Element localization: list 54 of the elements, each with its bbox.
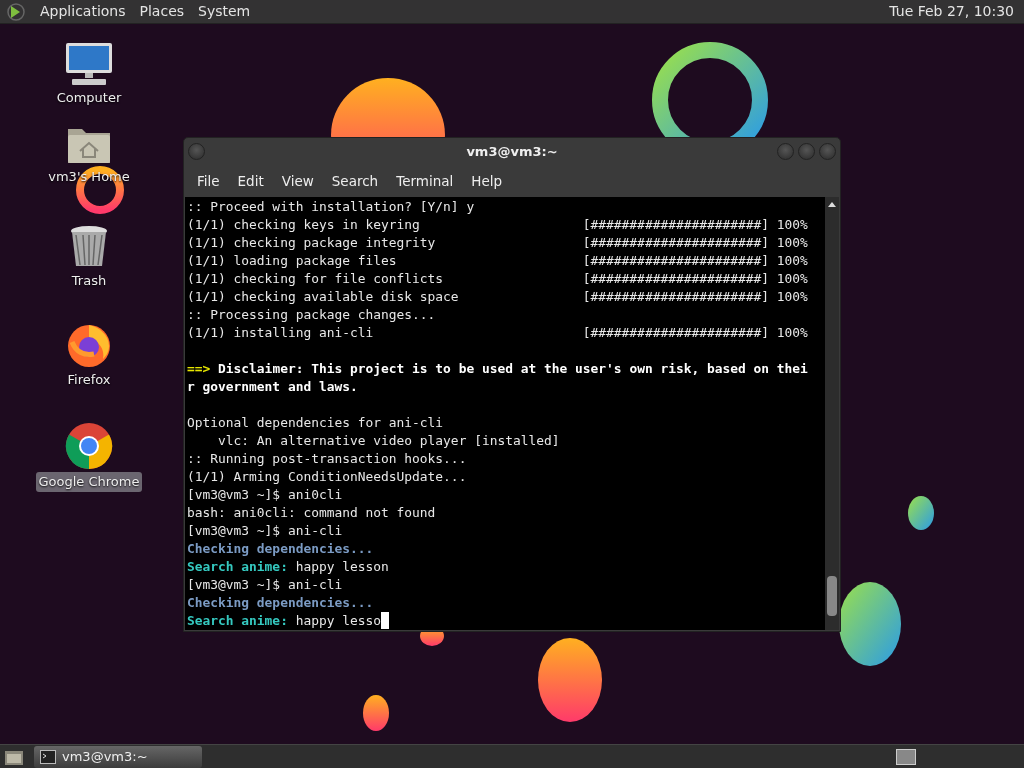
terminal-icon bbox=[40, 749, 56, 764]
menu-item[interactable]: View bbox=[272, 171, 323, 192]
workspace-switcher[interactable] bbox=[896, 748, 916, 765]
clock[interactable]: Tue Feb 27, 10:30 bbox=[889, 1, 1018, 22]
progress-text: [######################] 100% bbox=[582, 324, 808, 342]
terminal-line: (1/1) checking available disk space bbox=[187, 288, 460, 306]
taskbar-button[interactable]: vm3@vm3:~ bbox=[34, 745, 202, 768]
terminal-line: [vm3@vm3 ~]$ ani0cli bbox=[187, 486, 343, 504]
menu-item[interactable]: File bbox=[188, 171, 229, 192]
terminal-line: (1/1) checking package integrity bbox=[187, 234, 437, 252]
panel-menu[interactable]: Places bbox=[139, 1, 185, 22]
menu-item[interactable]: Help bbox=[462, 171, 512, 192]
terminal-line: [vm3@vm3 ~]$ ani-cli bbox=[187, 576, 343, 594]
scroll-up-icon[interactable] bbox=[827, 200, 837, 208]
terminal-line: :: Processing package changes... bbox=[187, 306, 436, 324]
progress-text: [######################] 100% bbox=[582, 234, 808, 252]
progress-text: [######################] 100% bbox=[582, 252, 808, 270]
terminal-line: bash: ani0cli: command not found bbox=[187, 504, 436, 522]
terminal-line: Optional dependencies for ani-cli bbox=[187, 414, 444, 432]
scrollbar[interactable] bbox=[825, 197, 839, 630]
fox-globe-icon[interactable] bbox=[66, 322, 112, 368]
window-title: vm3@vm3:~ bbox=[466, 143, 558, 162]
terminal-line: (1/1) checking keys in keyring bbox=[187, 216, 421, 234]
menu-item[interactable]: Edit bbox=[228, 171, 273, 192]
progress-text: [######################] 100% bbox=[582, 288, 808, 306]
panel-menu[interactable]: Applications bbox=[40, 1, 126, 22]
distro-logo-icon[interactable] bbox=[6, 1, 26, 22]
icon-label[interactable]: Computer bbox=[53, 88, 125, 108]
menu-item[interactable]: Terminal bbox=[387, 171, 463, 192]
terminal-line: ==> Disclaimer: This project is to be used at the user's own risk, based on thei bbox=[187, 360, 808, 378]
progress-text: [######################] 100% bbox=[582, 270, 808, 288]
terminal-line: (1/1) Arming ConditionNeedsUpdate... bbox=[187, 468, 467, 486]
terminal-line: (1/1) loading package files bbox=[187, 252, 398, 270]
terminal-line: vlc: An alternative video player [installed] bbox=[217, 432, 560, 450]
icon-label[interactable]: Trash bbox=[68, 271, 110, 291]
terminal-line: :: Proceed with installation? [Y/n] y bbox=[187, 198, 475, 216]
terminal-line: Search anime: happy lesso bbox=[187, 612, 382, 630]
browser-icon[interactable] bbox=[65, 422, 113, 470]
terminal-line: (1/1) installing ani-cli bbox=[187, 324, 375, 342]
menu-item[interactable]: Search bbox=[322, 171, 388, 192]
icon-label[interactable]: Google Chrome bbox=[35, 472, 143, 492]
scrollbar-thumb[interactable] bbox=[827, 576, 837, 616]
monitor-icon[interactable] bbox=[64, 42, 114, 86]
terminal-line: Search anime: happy lesson bbox=[187, 558, 389, 576]
terminal-line: Checking dependencies... bbox=[187, 594, 374, 612]
panel-menu[interactable]: System bbox=[198, 1, 251, 22]
terminal-line: :: Running post-transaction hooks... bbox=[187, 450, 467, 468]
trash-icon[interactable] bbox=[69, 225, 109, 269]
terminal-line: [vm3@vm3 ~]$ ani-cli bbox=[187, 522, 343, 540]
progress-text: [######################] 100% bbox=[582, 216, 808, 234]
terminal-line: r government and laws. bbox=[187, 378, 358, 396]
icon-label[interactable]: Firefox bbox=[64, 370, 114, 390]
terminal-line: Checking dependencies... bbox=[187, 540, 374, 558]
terminal-line: (1/1) checking for file conflicts bbox=[187, 270, 445, 288]
